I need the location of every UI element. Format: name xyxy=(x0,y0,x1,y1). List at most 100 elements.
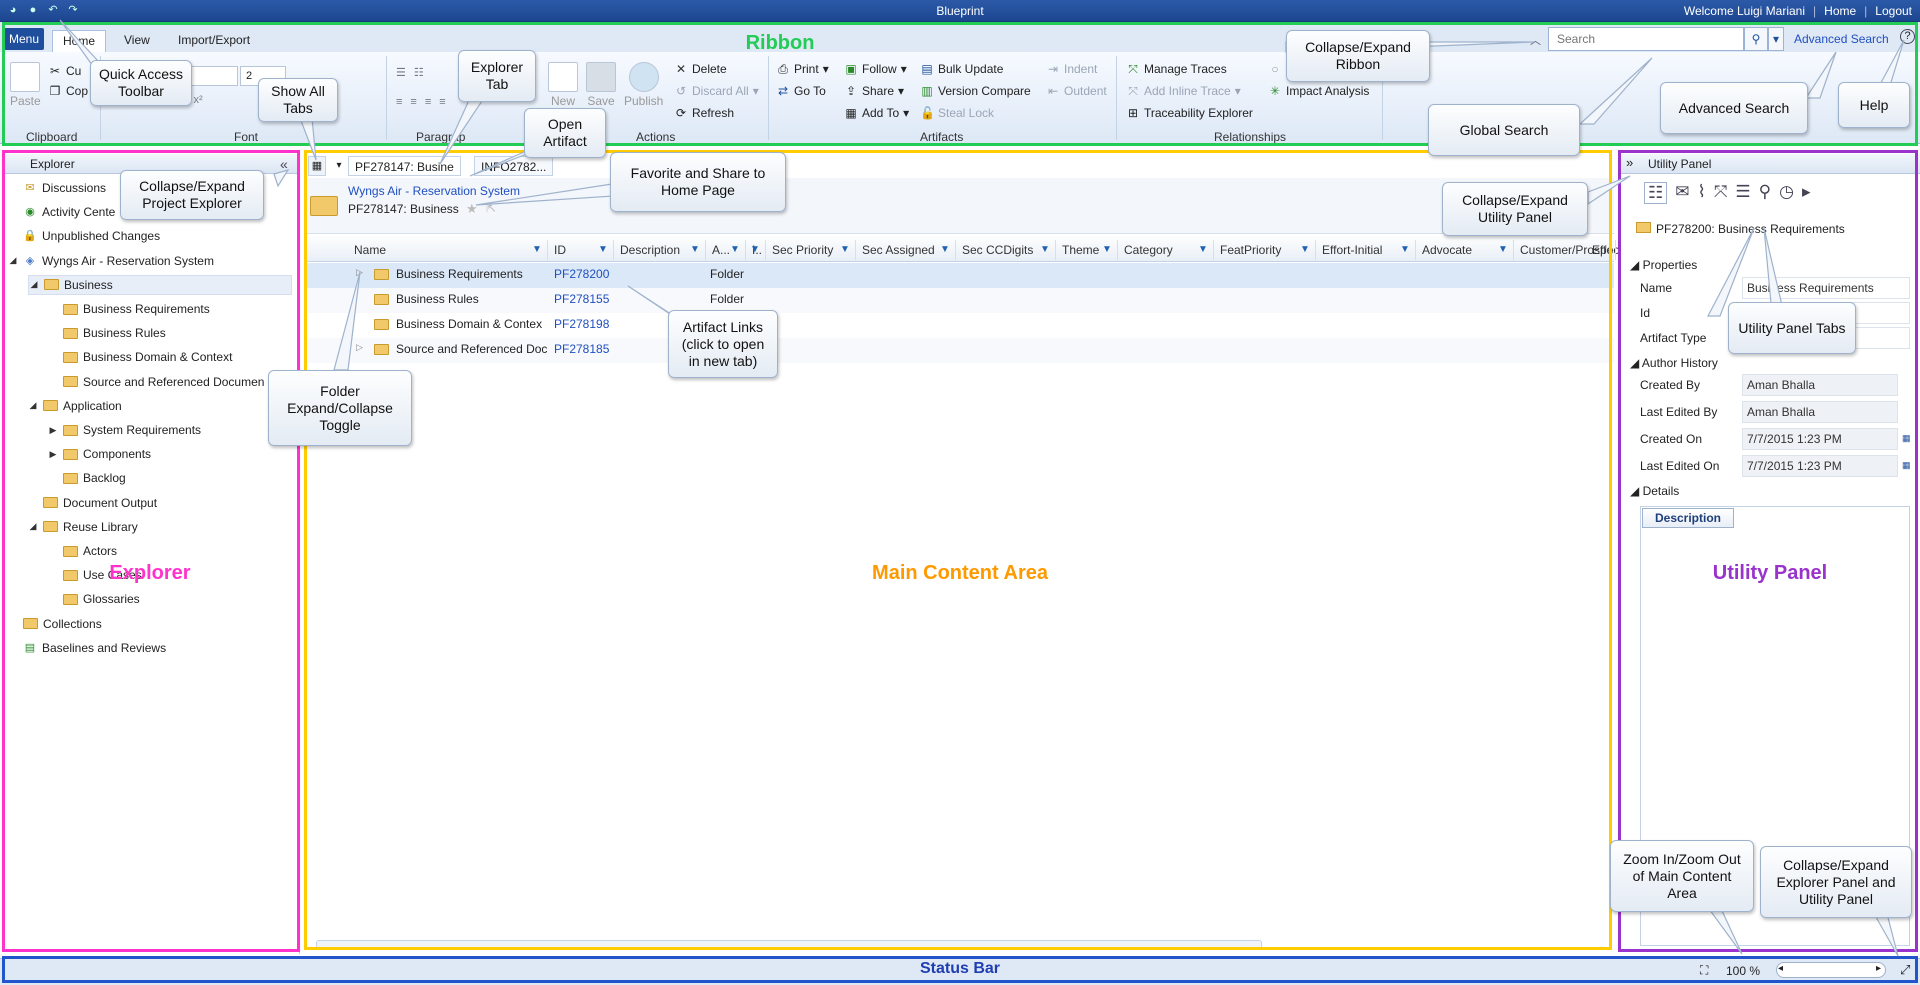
logout-link[interactable]: Logout xyxy=(1875,4,1912,18)
table-row[interactable]: Business Rules PF278155 Folder xyxy=(304,288,1614,313)
expand-toggle-icon[interactable]: ▶ xyxy=(48,449,58,460)
version-compare-button[interactable]: ▥ Version Compare xyxy=(920,84,1030,98)
filter-icon[interactable]: ▼ xyxy=(532,244,542,255)
row-expand-icon[interactable]: ▷ xyxy=(356,267,363,278)
artifact-link[interactable]: PF278198 xyxy=(554,317,609,331)
filter-icon[interactable]: ▼ xyxy=(690,244,700,255)
tree-folder-components[interactable]: ▶ Components xyxy=(48,444,152,464)
column-header[interactable]: A... xyxy=(706,240,746,260)
horizontal-scrollbar[interactable] xyxy=(316,940,1262,950)
zoom-slider[interactable] xyxy=(1776,962,1886,978)
properties-section-header[interactable]: ◢ Properties xyxy=(1630,258,1697,272)
bullet-list-icon[interactable]: ☰ xyxy=(396,66,406,79)
collapse-ribbon-icon[interactable]: ︿ xyxy=(1530,32,1541,48)
tree-folder-reuse-library[interactable]: ◢ Reuse Library xyxy=(28,517,138,537)
tree-folder-document-output[interactable]: Document Output xyxy=(28,493,157,513)
table-row[interactable]: Business Domain & Contex PF278198 xyxy=(304,313,1614,338)
expand-toggle-icon[interactable]: ◢ xyxy=(28,521,38,532)
outdent-button[interactable]: ⇤ Outdent xyxy=(1046,84,1107,98)
manage-traces-button[interactable]: ⤧ Manage Traces xyxy=(1126,62,1227,76)
refresh-button[interactable]: ⟳ Refresh xyxy=(674,106,734,120)
zoom-in-icon[interactable]: ▸ xyxy=(1876,963,1881,974)
expand-toggle-icon[interactable]: ◢ xyxy=(28,400,38,411)
outline-tab-icon[interactable]: ☰ xyxy=(1735,182,1750,204)
attachments-tab-icon[interactable]: ⌇ xyxy=(1698,182,1706,204)
favorite-star-icon[interactable]: ★ xyxy=(466,201,478,217)
collapse-explorer-icon[interactable]: « xyxy=(280,156,288,172)
delete-button[interactable]: ✕ Delete xyxy=(674,62,727,76)
filter-icon[interactable]: ▼ xyxy=(1198,244,1208,255)
help-icon[interactable]: ? xyxy=(1900,29,1915,44)
advanced-search-link[interactable]: Advanced Search xyxy=(1794,32,1889,46)
filter-icon[interactable]: ▼ xyxy=(940,244,950,255)
discussions-tab-icon[interactable]: ✉ xyxy=(1675,182,1689,204)
details-section-header[interactable]: ◢ Details xyxy=(1630,484,1679,498)
tab-view[interactable]: View xyxy=(114,30,160,52)
filter-icon[interactable]: ▼ xyxy=(1102,244,1112,255)
zoom-out-icon[interactable]: ◂ xyxy=(1778,963,1783,974)
filter-icon[interactable]: ▼ xyxy=(1498,244,1508,255)
search-icon[interactable]: ⚲ xyxy=(1744,27,1768,51)
bulk-update-button[interactable]: ▤ Bulk Update xyxy=(920,62,1003,76)
go-to-button[interactable]: ⇄ Go To xyxy=(776,84,826,98)
menu-button[interactable]: Menu xyxy=(4,28,44,50)
tree-folder-system-requirements[interactable]: ▶ System Requirements xyxy=(48,420,202,440)
search-tab-icon[interactable]: ⚲ xyxy=(1759,182,1771,204)
history-tab-icon[interactable]: ◷ xyxy=(1779,182,1794,204)
tree-unpublished-changes[interactable]: 🔒 Unpublished Changes xyxy=(8,226,160,246)
superscript-icon[interactable]: x² xyxy=(193,94,202,112)
tab-home[interactable]: Home xyxy=(52,30,107,52)
expand-toggle-icon[interactable]: ◢ xyxy=(8,255,18,266)
fit-to-screen-icon[interactable]: ⛶ xyxy=(1700,963,1708,978)
impact-analysis-button[interactable]: ✳ Impact Analysis xyxy=(1268,84,1369,98)
align-right-icon[interactable]: ≡ xyxy=(425,96,431,108)
breadcrumb[interactable]: Wyngs Air - Reservation System xyxy=(348,184,520,198)
align-center-icon[interactable]: ≡ xyxy=(410,96,416,108)
table-row[interactable]: ▷ Business Requirements PF278200 Folder xyxy=(304,263,1614,288)
tree-folder-business[interactable]: ◢ Business xyxy=(28,274,292,295)
tree-project[interactable]: ◢ ◈ Wyngs Air - Reservation System xyxy=(8,251,214,271)
column-header[interactable]: Name xyxy=(348,240,548,260)
artifact-link[interactable]: PF278185 xyxy=(554,342,609,356)
tree-folder-business-requirements[interactable]: Business Requirements xyxy=(48,299,210,319)
table-row[interactable]: ▷ Source and Referenced Doc PF278185 xyxy=(304,338,1614,363)
name-field[interactable]: Business Requirements xyxy=(1742,277,1910,299)
print-button[interactable]: ⎙ Print ▾ xyxy=(776,62,829,76)
align-left-icon[interactable]: ≡ xyxy=(396,96,402,108)
filter-icon[interactable]: ▼ xyxy=(730,244,740,255)
add-inline-trace-button[interactable]: ⤧ Add Inline Trace ▾ xyxy=(1126,84,1241,98)
steal-lock-button[interactable]: 🔓 Steal Lock xyxy=(920,106,994,120)
tree-folder-business-domain[interactable]: Business Domain & Context xyxy=(48,347,232,367)
paste-button[interactable]: Paste xyxy=(10,62,41,108)
tree-folder-glossaries[interactable]: Glossaries xyxy=(48,589,140,609)
tree-baselines-reviews[interactable]: ▤ Baselines and Reviews xyxy=(8,638,166,658)
filter-icon[interactable]: ▼ xyxy=(1400,244,1410,255)
tree-folder-backlog[interactable]: Backlog xyxy=(48,468,126,488)
expand-panels-icon[interactable]: ⤢ xyxy=(1900,962,1910,978)
artifact-link[interactable]: PF278155 xyxy=(554,292,609,306)
tab-artifact-info[interactable]: INFO2782... xyxy=(474,156,554,176)
relationships-tab-icon[interactable]: ⤧ xyxy=(1714,182,1728,204)
tab-description[interactable]: Description xyxy=(1642,508,1734,528)
tree-folder-application[interactable]: ◢ Application xyxy=(28,396,122,416)
artifact-link[interactable]: PF278200 xyxy=(554,267,609,281)
filter-icon[interactable]: ▼ xyxy=(1300,244,1310,255)
more-tabs-icon[interactable]: ▸ xyxy=(1802,182,1811,204)
properties-tab-icon[interactable]: ☷ xyxy=(1644,182,1668,204)
filter-icon[interactable]: ▼ xyxy=(840,244,850,255)
impact-analysis-top-button[interactable]: ○ xyxy=(1268,62,1282,76)
row-expand-icon[interactable]: ▷ xyxy=(356,342,363,353)
author-history-section-header[interactable]: ◢ Author History xyxy=(1630,356,1718,370)
tab-import-export[interactable]: Import/Export xyxy=(168,30,260,52)
share-button[interactable]: ⇪ Share ▾ xyxy=(844,84,904,98)
filter-icon[interactable]: ▼ xyxy=(598,244,608,255)
add-to-button[interactable]: ▦ Add To ▾ xyxy=(844,106,909,120)
global-search-input[interactable] xyxy=(1548,27,1744,51)
filter-icon[interactable]: ▼ xyxy=(1040,244,1050,255)
copy-button[interactable]: ❐ Cop xyxy=(48,84,88,98)
publish-button[interactable]: Publish xyxy=(624,62,663,108)
tree-folder-source-documents[interactable]: Source and Referenced Documen xyxy=(48,372,264,392)
justify-icon[interactable]: ≡ xyxy=(439,96,445,108)
follow-button[interactable]: ▣ Follow ▾ xyxy=(844,62,906,76)
tree-discussions[interactable]: ✉ Discussions xyxy=(8,178,106,198)
